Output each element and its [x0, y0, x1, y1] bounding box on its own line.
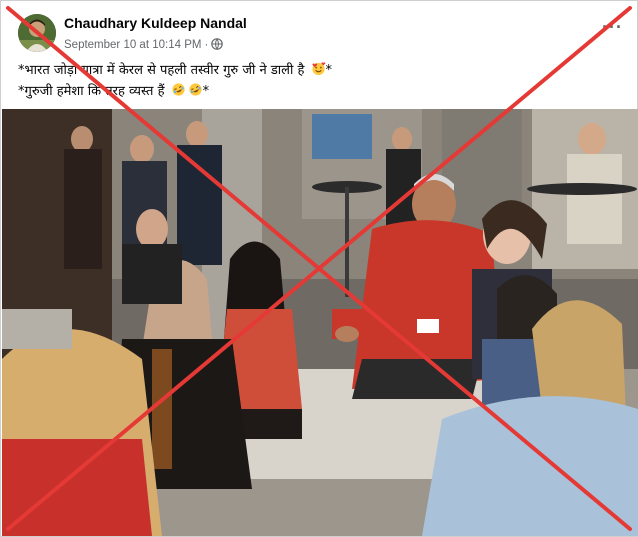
party-photo-illustration: [2, 109, 638, 536]
post-photo[interactable]: [2, 109, 638, 536]
meta-separator: ·: [204, 39, 209, 51]
facebook-post-card: Chaudhary Kuldeep Nandal September 10 at…: [0, 0, 638, 537]
author-avatar[interactable]: [18, 14, 56, 52]
rolling-on-floor-laughing-icon: [188, 82, 203, 101]
post-text-line-2: *गुरुजी हमेशा कि तरह व्यस्त हैं *: [18, 81, 209, 101]
post-text-line-1: *भारत जोड़ो यात्रा में केरल से पहली तस्व…: [18, 60, 332, 80]
post-text-1-suffix: *: [325, 63, 333, 78]
rolling-on-floor-laughing-icon: [171, 82, 186, 101]
author-name[interactable]: Chaudhary Kuldeep Nandal: [64, 15, 247, 31]
post-timestamp[interactable]: September 10 at 10:14 PM: [64, 39, 201, 51]
smiling-face-with-hearts-icon: [311, 61, 326, 80]
post-meta: September 10 at 10:14 PM ·: [64, 38, 224, 53]
post-text-1: *भारत जोड़ो यात्रा में केरल से पहली तस्व…: [18, 63, 305, 78]
post-text-2-suffix: *: [202, 84, 210, 99]
globe-icon[interactable]: [211, 38, 224, 53]
post-text-2: *गुरुजी हमेशा कि तरह व्यस्त हैं: [18, 84, 165, 99]
more-options-icon[interactable]: ···: [602, 17, 623, 38]
